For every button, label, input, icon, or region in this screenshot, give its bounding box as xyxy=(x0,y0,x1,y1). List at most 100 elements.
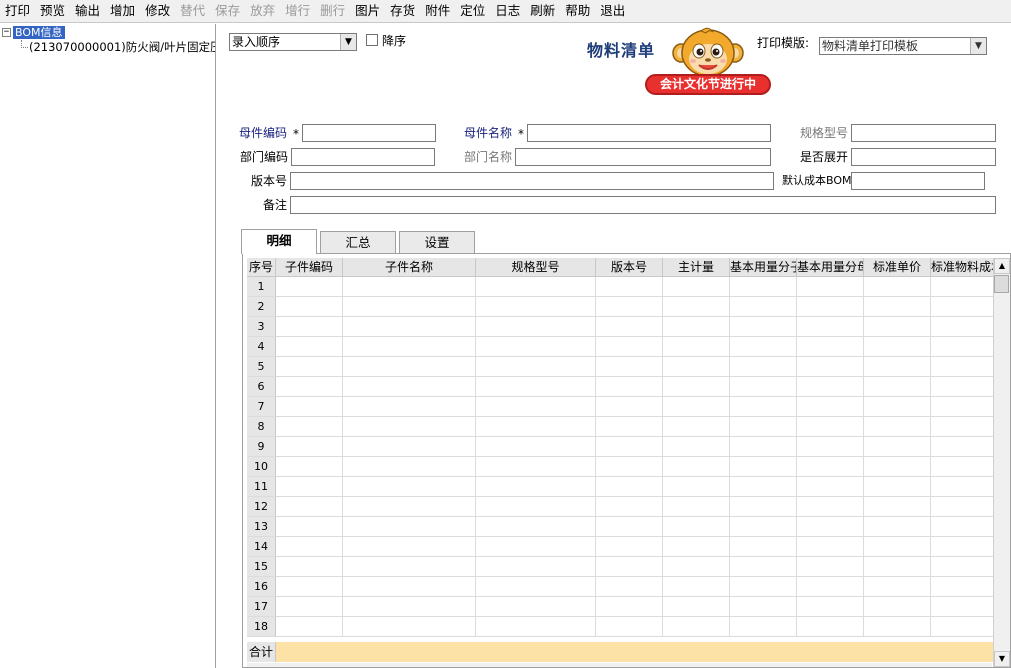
grid-cell[interactable] xyxy=(864,537,931,557)
grid-cell[interactable] xyxy=(931,357,996,377)
grid-cell[interactable] xyxy=(663,357,730,377)
tree-collapse-icon[interactable]: − xyxy=(2,27,11,37)
grid-cell[interactable] xyxy=(797,417,864,437)
grid-cell[interactable] xyxy=(797,377,864,397)
grid-cell[interactable] xyxy=(663,457,730,477)
grid-cell[interactable] xyxy=(663,397,730,417)
tab-summary[interactable]: 汇总 xyxy=(320,231,396,253)
grid-cell[interactable] xyxy=(864,277,931,297)
grid-cell[interactable] xyxy=(864,297,931,317)
grid-cell[interactable] xyxy=(730,417,797,437)
grid-cell[interactable] xyxy=(476,597,596,617)
grid-cell[interactable] xyxy=(797,397,864,417)
table-row[interactable]: 12 xyxy=(247,497,996,517)
grid-cell[interactable] xyxy=(864,337,931,357)
table-row[interactable]: 8 xyxy=(247,417,996,437)
grid-cell[interactable] xyxy=(476,617,596,637)
table-row[interactable]: 1 xyxy=(247,277,996,297)
grid-cell[interactable] xyxy=(730,477,797,497)
grid-cell[interactable] xyxy=(596,297,663,317)
grid-cell[interactable] xyxy=(730,537,797,557)
grid-cell[interactable] xyxy=(476,477,596,497)
dept-name-field[interactable] xyxy=(515,148,771,166)
grid-cell[interactable] xyxy=(596,477,663,497)
grid-cell[interactable] xyxy=(797,517,864,537)
toolbar-button[interactable]: 存货 xyxy=(385,0,420,22)
grid-cell[interactable] xyxy=(931,377,996,397)
grid-cell[interactable] xyxy=(276,397,343,417)
grid-cell[interactable] xyxy=(596,597,663,617)
grid-cell[interactable] xyxy=(730,437,797,457)
grid-cell[interactable] xyxy=(276,437,343,457)
grid-cell[interactable] xyxy=(276,477,343,497)
grid-cell[interactable] xyxy=(931,297,996,317)
grid-cell[interactable] xyxy=(663,577,730,597)
grid-cell[interactable] xyxy=(864,577,931,597)
toolbar-button[interactable]: 放弃 xyxy=(245,0,280,22)
grid-cell[interactable] xyxy=(797,277,864,297)
grid-cell[interactable] xyxy=(276,557,343,577)
grid-cell[interactable] xyxy=(343,497,476,517)
toolbar-button[interactable]: 输出 xyxy=(70,0,105,22)
grid-cell[interactable] xyxy=(663,377,730,397)
grid-cell[interactable] xyxy=(343,417,476,437)
horizontal-scrollbar[interactable] xyxy=(247,663,992,667)
promo-banner[interactable]: 会计文化节进行中 xyxy=(645,74,771,95)
column-header[interactable]: 版本号 xyxy=(596,258,663,277)
grid-cell[interactable] xyxy=(864,317,931,337)
grid-cell[interactable] xyxy=(663,497,730,517)
column-header[interactable]: 基本用量分母 xyxy=(797,258,864,277)
grid-cell[interactable] xyxy=(596,397,663,417)
grid-cell[interactable] xyxy=(276,417,343,437)
grid-cell[interactable] xyxy=(864,357,931,377)
grid-cell[interactable] xyxy=(343,337,476,357)
grid-cell[interactable] xyxy=(931,477,996,497)
grid-cell[interactable] xyxy=(596,377,663,397)
grid-cell[interactable] xyxy=(476,317,596,337)
grid-cell[interactable] xyxy=(730,557,797,577)
tab-detail[interactable]: 明细 xyxy=(241,229,317,254)
chevron-down-icon[interactable]: ▼ xyxy=(340,34,356,50)
grid-cell[interactable] xyxy=(276,337,343,357)
grid-cell[interactable] xyxy=(730,337,797,357)
toolbar-button[interactable]: 保存 xyxy=(210,0,245,22)
grid-cell[interactable] xyxy=(663,317,730,337)
grid-cell[interactable] xyxy=(343,577,476,597)
grid-cell[interactable] xyxy=(931,557,996,577)
grid-cell[interactable] xyxy=(476,437,596,457)
table-row[interactable]: 16 xyxy=(247,577,996,597)
toolbar-button[interactable]: 退出 xyxy=(595,0,630,22)
scroll-thumb[interactable] xyxy=(994,275,1009,293)
grid-cell[interactable] xyxy=(476,517,596,537)
grid-cell[interactable] xyxy=(343,437,476,457)
parent-name-field[interactable] xyxy=(527,124,771,142)
grid-cell[interactable] xyxy=(931,457,996,477)
arrow-down-icon[interactable]: ▼ xyxy=(994,651,1010,667)
table-row[interactable]: 13 xyxy=(247,517,996,537)
grid-cell[interactable] xyxy=(663,297,730,317)
vertical-scrollbar[interactable]: ▲ ▼ xyxy=(993,258,1010,667)
grid-cell[interactable] xyxy=(797,317,864,337)
grid-cell[interactable] xyxy=(276,497,343,517)
grid-cell[interactable] xyxy=(663,437,730,457)
grid-cell[interactable] xyxy=(864,417,931,437)
grid-cell[interactable] xyxy=(596,337,663,357)
grid-cell[interactable] xyxy=(931,417,996,437)
grid-cell[interactable] xyxy=(931,437,996,457)
toolbar-button[interactable]: 图片 xyxy=(350,0,385,22)
parent-code-field[interactable] xyxy=(302,124,436,142)
grid-cell[interactable] xyxy=(343,377,476,397)
grid-cell[interactable] xyxy=(797,577,864,597)
column-header[interactable]: 子件名称 xyxy=(343,258,476,277)
grid-cell[interactable] xyxy=(931,277,996,297)
grid-cell[interactable] xyxy=(797,617,864,637)
column-header[interactable]: 标准物料成本 xyxy=(931,258,996,277)
grid-cell[interactable] xyxy=(476,377,596,397)
grid-cell[interactable] xyxy=(797,297,864,317)
grid-cell[interactable] xyxy=(797,357,864,377)
grid-cell[interactable] xyxy=(797,337,864,357)
tab-settings[interactable]: 设置 xyxy=(399,231,475,253)
table-row[interactable]: 6 xyxy=(247,377,996,397)
grid-cell[interactable] xyxy=(663,277,730,297)
grid-cell[interactable] xyxy=(276,517,343,537)
